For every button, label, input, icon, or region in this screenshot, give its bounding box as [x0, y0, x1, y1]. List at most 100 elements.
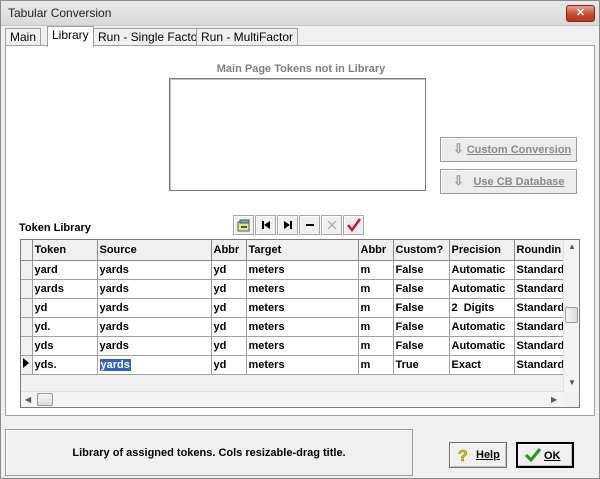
last-record-button[interactable] — [277, 215, 298, 235]
table-row[interactable]: yd. yards yd meters m False Automatic St… — [21, 317, 565, 337]
vertical-scroll-thumb[interactable] — [565, 307, 578, 323]
ok-check-icon — [524, 448, 542, 463]
table-row-current[interactable]: yds. yards yd meters m True Exact Standa… — [21, 355, 565, 375]
cell-token[interactable]: yds. — [32, 355, 98, 375]
row-indicator[interactable] — [21, 317, 33, 337]
refresh-button[interactable] — [233, 215, 254, 235]
cell-custom[interactable]: False — [393, 298, 450, 318]
cell-token[interactable]: yards — [32, 279, 98, 299]
cell-precision[interactable]: Automatic — [449, 260, 515, 280]
row-indicator[interactable] — [21, 298, 33, 318]
ok-label: OK — [544, 450, 561, 462]
cell-abbr[interactable]: m — [358, 317, 394, 337]
cell-source[interactable]: yards — [97, 260, 212, 280]
cell-abbr[interactable]: m — [358, 298, 394, 318]
cell-precision[interactable]: 2 Digits — [449, 298, 515, 318]
cell-abbr[interactable]: m — [358, 336, 394, 356]
cell-abbr[interactable]: m — [358, 355, 394, 375]
cell-abbr[interactable]: yd — [211, 298, 247, 318]
cell-precision[interactable]: Exact — [449, 355, 515, 375]
column-header-target[interactable]: Target — [246, 240, 359, 261]
scroll-left-icon[interactable]: ◀ — [25, 395, 31, 404]
column-header-custom[interactable]: Custom? — [393, 240, 450, 261]
cell-token[interactable]: yd. — [32, 317, 98, 337]
cell-target[interactable]: meters — [246, 279, 359, 299]
cancel-edit-button[interactable] — [321, 215, 342, 235]
tab-main[interactable]: Main — [5, 28, 42, 46]
cell-source[interactable]: yards — [97, 317, 212, 337]
cell-target[interactable]: meters — [246, 317, 359, 337]
cell-precision[interactable]: Automatic — [449, 317, 515, 337]
delete-record-button[interactable] — [299, 215, 320, 235]
horizontal-scroll-thumb[interactable] — [37, 393, 53, 406]
close-button[interactable]: ✕ — [566, 5, 595, 22]
cell-source[interactable]: yards — [97, 336, 212, 356]
table-row[interactable]: yds yards yd meters m False Automatic St… — [21, 336, 565, 356]
column-header-precision[interactable]: Precision — [449, 240, 515, 261]
cell-custom[interactable]: True — [393, 355, 450, 375]
cell-source[interactable]: yards — [97, 298, 212, 318]
title-bar[interactable]: Tabular Conversion ✕ — [1, 1, 599, 26]
scroll-right-icon[interactable]: ▶ — [551, 395, 557, 404]
minus-icon — [305, 224, 314, 226]
cell-rounding[interactable]: Standard — [514, 355, 565, 375]
tab-run-single-factor[interactable]: Run - Single Factor — [93, 28, 207, 46]
current-row-indicator[interactable] — [21, 355, 33, 375]
post-edit-button[interactable] — [343, 215, 364, 235]
column-header-source[interactable]: Source — [97, 240, 212, 261]
column-header-token[interactable]: Token — [32, 240, 98, 261]
row-indicator[interactable] — [21, 336, 33, 356]
use-cb-database-button[interactable]: ⇩ Use CB Database — [440, 169, 577, 194]
table-row[interactable]: yards yards yd meters m False Automatic … — [21, 279, 565, 299]
horizontal-scrollbar[interactable]: ◀ ▶ — [21, 391, 564, 407]
tab-run-multifactor[interactable]: Run - MultiFactor — [196, 28, 299, 46]
cell-target[interactable]: meters — [246, 298, 359, 318]
cell-token[interactable]: yard — [32, 260, 98, 280]
main-page-tokens-label: Main Page Tokens not in Library — [216, 63, 386, 75]
cell-abbr[interactable]: m — [358, 260, 394, 280]
row-indicator[interactable] — [21, 260, 33, 280]
main-page-tokens-list[interactable] — [169, 78, 426, 191]
cell-token[interactable]: yd — [32, 298, 98, 318]
cell-abbr[interactable]: yd — [211, 336, 247, 356]
scroll-up-icon[interactable]: ▲ — [568, 242, 576, 251]
row-indicator[interactable] — [21, 279, 33, 299]
column-header-rounding[interactable]: Roundin — [514, 240, 565, 261]
custom-conversion-button[interactable]: ⇩ Custom Conversion — [440, 137, 577, 162]
cell-rounding[interactable]: Standard — [514, 279, 565, 299]
column-header-abbr[interactable]: Abbr — [211, 240, 247, 261]
cell-precision[interactable]: Automatic — [449, 336, 515, 356]
table-row[interactable]: yd yards yd meters m False 2 Digits Stan… — [21, 298, 565, 318]
cell-target[interactable]: meters — [246, 336, 359, 356]
tab-library-label: Library — [52, 28, 89, 42]
cell-precision[interactable]: Automatic — [449, 279, 515, 299]
cell-abbr[interactable]: m — [358, 279, 394, 299]
header-row: Token Source Abbr Target Abbr Custom? Pr… — [21, 240, 565, 261]
cell-custom[interactable]: False — [393, 279, 450, 299]
cell-abbr[interactable]: yd — [211, 279, 247, 299]
vertical-scrollbar[interactable]: ▲ ▼ — [563, 240, 579, 392]
cell-target[interactable]: meters — [246, 355, 359, 375]
cell-rounding[interactable]: Standard — [514, 260, 565, 280]
cell-target[interactable]: meters — [246, 260, 359, 280]
cell-custom[interactable]: False — [393, 336, 450, 356]
ok-button[interactable]: OK — [516, 442, 574, 468]
cell-rounding[interactable]: Standard — [514, 336, 565, 356]
token-library-grid[interactable]: Token Source Abbr Target Abbr Custom? Pr… — [20, 239, 580, 408]
cell-token[interactable]: yds — [32, 336, 98, 356]
scroll-down-icon[interactable]: ▼ — [568, 378, 576, 387]
help-button[interactable]: ? Help — [449, 442, 507, 468]
cell-rounding[interactable]: Standard — [514, 317, 565, 337]
cell-custom[interactable]: False — [393, 260, 450, 280]
cell-source[interactable]: yards — [97, 279, 212, 299]
first-record-button[interactable] — [255, 215, 276, 235]
cell-rounding[interactable]: Standard — [514, 298, 565, 318]
cell-abbr[interactable]: yd — [211, 260, 247, 280]
column-header-abbr[interactable]: Abbr — [358, 240, 394, 261]
table-row[interactable]: yard yards yd meters m False Automatic S… — [21, 260, 565, 280]
tab-library[interactable]: Library — [47, 26, 94, 47]
cell-abbr[interactable]: yd — [211, 355, 247, 375]
cell-source-selected[interactable]: yards — [97, 355, 212, 375]
cell-custom[interactable]: False — [393, 317, 450, 337]
cell-abbr[interactable]: yd — [211, 317, 247, 337]
